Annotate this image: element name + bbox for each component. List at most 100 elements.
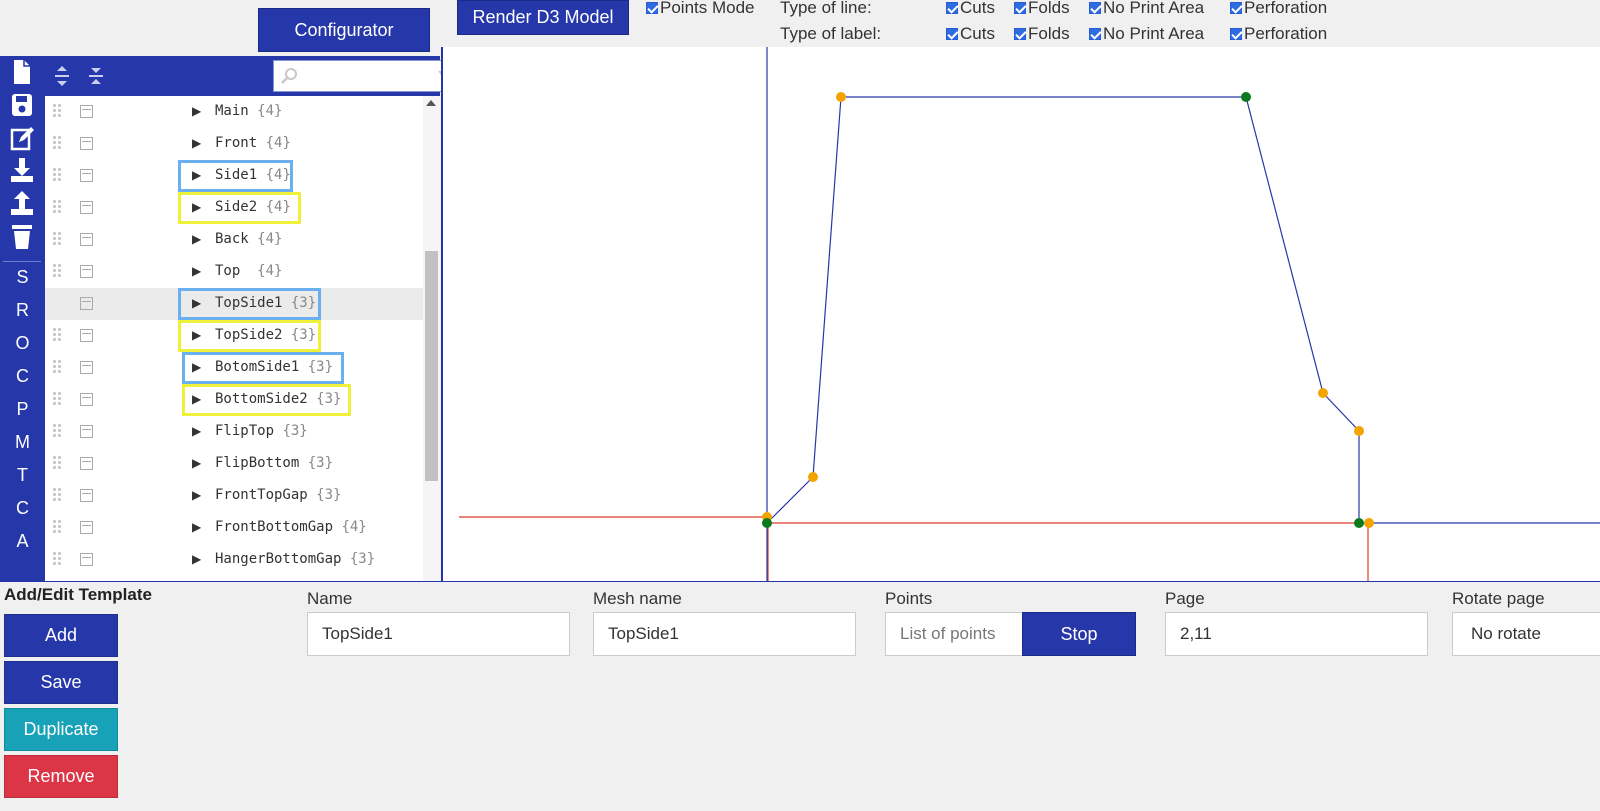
line-no-print-area-checkbox[interactable]: No Print Area [1089, 0, 1204, 18]
drag-handle-icon[interactable] [53, 392, 63, 408]
tree-row[interactable]: ▶ HangerBottomGap {3} [45, 544, 423, 576]
row-toggle-icon[interactable] [80, 489, 93, 502]
tree-node-label[interactable]: Back {4} [215, 231, 282, 247]
new-file-icon[interactable] [9, 58, 35, 86]
template-drawing[interactable] [443, 47, 1600, 581]
rail-letter-c2[interactable]: C [0, 498, 45, 519]
tree-row[interactable]: ▶ BotomSide1 {3} [45, 352, 423, 384]
row-toggle-icon[interactable] [80, 393, 93, 406]
row-toggle-icon[interactable] [80, 329, 93, 342]
row-toggle-icon[interactable] [80, 265, 93, 278]
tree-node-label[interactable]: Front {4} [215, 135, 291, 151]
expand-caret-icon[interactable]: ▶ [192, 424, 201, 438]
tree-node-label[interactable]: FrontTopGap {3} [215, 487, 341, 503]
expand-caret-icon[interactable]: ▶ [192, 456, 201, 470]
row-toggle-icon[interactable] [80, 553, 93, 566]
save-button[interactable]: Save [4, 661, 118, 704]
label-folds-checkbox[interactable]: Folds [1014, 24, 1070, 44]
drag-handle-icon[interactable] [53, 232, 63, 248]
drag-handle-icon[interactable] [53, 520, 63, 536]
tree-node-label[interactable]: FlipTop {3} [215, 423, 308, 439]
label-perforation-checkbox[interactable]: Perforation [1230, 24, 1327, 44]
remove-button[interactable]: Remove [4, 755, 118, 798]
mesh-name-field[interactable]: TopSide1 [593, 612, 856, 656]
row-toggle-icon[interactable] [80, 233, 93, 246]
tree-scrollbar[interactable] [423, 96, 440, 581]
rail-letter-t[interactable]: T [0, 465, 45, 486]
model-canvas[interactable] [441, 47, 1600, 581]
tree-node-label[interactable]: HangerBottomGap {3} [215, 551, 375, 567]
rail-letter-m[interactable]: M [0, 432, 45, 453]
stop-button[interactable]: Stop [1022, 612, 1136, 656]
tree-node-label[interactable]: Main {4} [215, 103, 282, 119]
tree-row[interactable]: ▶ FrontTopGap {3} [45, 480, 423, 512]
expand-caret-icon[interactable]: ▶ [192, 232, 201, 246]
row-toggle-icon[interactable] [80, 457, 93, 470]
save-icon[interactable] [9, 91, 35, 119]
tree-row[interactable]: ▶ Main {4} [45, 96, 423, 128]
drag-handle-icon[interactable] [53, 360, 63, 376]
drag-handle-icon[interactable] [53, 424, 63, 440]
drag-handle-icon[interactable] [53, 168, 63, 184]
tree-node-label[interactable]: FrontBottomGap {4} [215, 519, 367, 535]
drag-handle-icon[interactable] [53, 104, 63, 120]
tree-row[interactable]: ▶ Top {4} [45, 256, 423, 288]
edit-icon[interactable] [9, 124, 35, 152]
points-mode-checkbox[interactable]: Points Mode [646, 0, 755, 18]
page-field[interactable]: 2,11 [1165, 612, 1428, 656]
configurator-button[interactable]: Configurator [258, 8, 430, 52]
download-icon[interactable] [9, 156, 35, 184]
expand-caret-icon[interactable]: ▶ [192, 552, 201, 566]
drag-handle-icon[interactable] [53, 488, 63, 504]
row-toggle-icon[interactable] [80, 169, 93, 182]
row-toggle-icon[interactable] [80, 297, 93, 310]
tree-row[interactable]: ▶ Side2 {4} [45, 192, 423, 224]
name-field[interactable]: TopSide1 [307, 612, 570, 656]
rail-letter-a[interactable]: A [0, 531, 45, 552]
drag-handle-icon[interactable] [53, 264, 63, 280]
row-toggle-icon[interactable] [80, 105, 93, 118]
scroll-up-icon[interactable] [426, 100, 436, 106]
upload-icon[interactable] [9, 189, 35, 217]
label-no-print-area-checkbox[interactable]: No Print Area [1089, 24, 1204, 44]
tree-node-label[interactable]: Top {4} [215, 263, 282, 279]
tree-row[interactable]: ▶ Back {4} [45, 224, 423, 256]
tree-row[interactable]: ▶ FlipTop {3} [45, 416, 423, 448]
tree-row[interactable]: ▶ TopSide2 {3} [45, 320, 423, 352]
tree-row[interactable]: ▶ BottomSide2 {3} [45, 384, 423, 416]
line-folds-checkbox[interactable]: Folds [1014, 0, 1070, 18]
tree-node-label[interactable]: FlipBottom {3} [215, 455, 333, 471]
render-d3-model-button[interactable]: Render D3 Model [457, 0, 629, 35]
expand-all-icon[interactable] [54, 65, 70, 87]
row-toggle-icon[interactable] [80, 521, 93, 534]
tree-row[interactable]: ▶ FlipBottom {3} [45, 448, 423, 480]
expand-caret-icon[interactable]: ▶ [192, 488, 201, 502]
tree-row[interactable]: ▶ TopSide1 {3} [45, 288, 423, 320]
expand-caret-icon[interactable]: ▶ [192, 104, 201, 118]
drag-handle-icon[interactable] [53, 200, 63, 216]
row-toggle-icon[interactable] [80, 425, 93, 438]
rail-letter-o[interactable]: O [0, 333, 45, 354]
line-cuts-checkbox[interactable]: Cuts [946, 0, 995, 18]
label-cuts-checkbox[interactable]: Cuts [946, 24, 995, 44]
tree-row[interactable]: ▶ Side1 {4} [45, 160, 423, 192]
expand-caret-icon[interactable]: ▶ [192, 520, 201, 534]
trash-icon[interactable] [9, 222, 35, 250]
rotate-page-select[interactable]: No rotate [1452, 612, 1600, 656]
expand-caret-icon[interactable]: ▶ [192, 136, 201, 150]
drag-handle-icon[interactable] [53, 136, 63, 152]
row-toggle-icon[interactable] [80, 201, 93, 214]
add-button[interactable]: Add [4, 614, 118, 657]
rail-letter-p[interactable]: P [0, 399, 45, 420]
points-field[interactable]: List of points [885, 612, 1023, 656]
tree-row[interactable]: ▶ Front {4} [45, 128, 423, 160]
expand-caret-icon[interactable]: ▶ [192, 264, 201, 278]
drag-handle-icon[interactable] [53, 552, 63, 568]
line-perforation-checkbox[interactable]: Perforation [1230, 0, 1327, 18]
tree-row[interactable]: ▶ FrontBottomGap {4} [45, 512, 423, 544]
row-toggle-icon[interactable] [80, 361, 93, 374]
rail-letter-c[interactable]: C [0, 366, 45, 387]
row-toggle-icon[interactable] [80, 137, 93, 150]
rail-letter-r[interactable]: R [0, 300, 45, 321]
duplicate-button[interactable]: Duplicate [4, 708, 118, 751]
